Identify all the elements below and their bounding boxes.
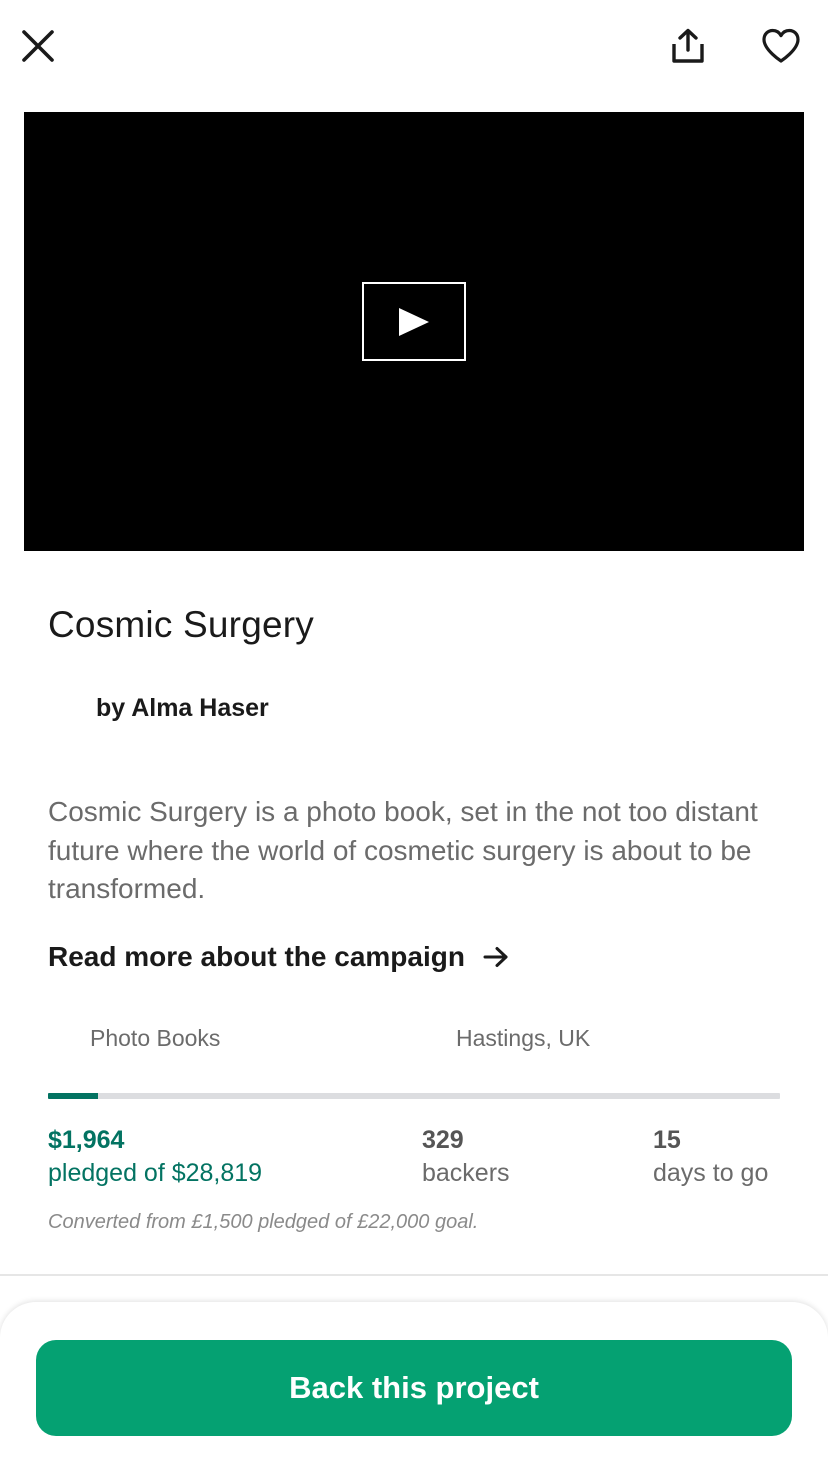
days-stat: 15 days to go xyxy=(653,1124,768,1190)
share-button[interactable] xyxy=(664,22,712,70)
favorite-button[interactable] xyxy=(756,22,806,70)
play-icon xyxy=(399,307,429,336)
project-blurb: Cosmic Surgery is a photo book, set in t… xyxy=(48,796,758,904)
share-icon xyxy=(672,28,704,63)
category-label[interactable]: Photo Books xyxy=(90,1025,220,1052)
read-more-link[interactable]: Read more about the campaign xyxy=(48,941,509,973)
pledged-amount: $1,964 xyxy=(48,1126,125,1154)
pledged-stat: $1,964 pledged of $28,819 xyxy=(48,1124,262,1190)
heart-icon xyxy=(762,28,800,63)
backers-count: 329 xyxy=(422,1126,464,1154)
play-button[interactable] xyxy=(362,282,466,361)
funding-progress-fill xyxy=(48,1093,98,1099)
pledged-label: pledged of $28,819 xyxy=(48,1159,263,1187)
funding-progress-bar xyxy=(48,1093,780,1099)
divider xyxy=(0,1274,828,1276)
days-label: days to go xyxy=(653,1159,769,1187)
back-project-button[interactable]: Back this project xyxy=(36,1340,792,1436)
arrow-right-icon xyxy=(483,946,509,968)
conversion-note: Converted from £1,500 pledged of £22,000… xyxy=(48,1211,479,1233)
close-icon xyxy=(22,30,54,62)
creator-link[interactable]: by Alma Haser xyxy=(96,694,269,723)
bottom-action-bar: Back this project xyxy=(0,1302,828,1472)
project-page: Cosmic Surgery by Alma Haser Cosmic Surg… xyxy=(0,0,828,1472)
location-label[interactable]: Hastings, UK xyxy=(456,1025,590,1052)
backers-label: backers xyxy=(422,1159,510,1187)
close-button[interactable] xyxy=(14,22,62,70)
read-more-label: Read more about the campaign xyxy=(48,941,465,972)
backers-stat: 329 backers xyxy=(422,1124,510,1190)
days-count: 15 xyxy=(653,1126,681,1154)
project-video[interactable] xyxy=(24,112,804,551)
project-title: Cosmic Surgery xyxy=(48,604,314,645)
